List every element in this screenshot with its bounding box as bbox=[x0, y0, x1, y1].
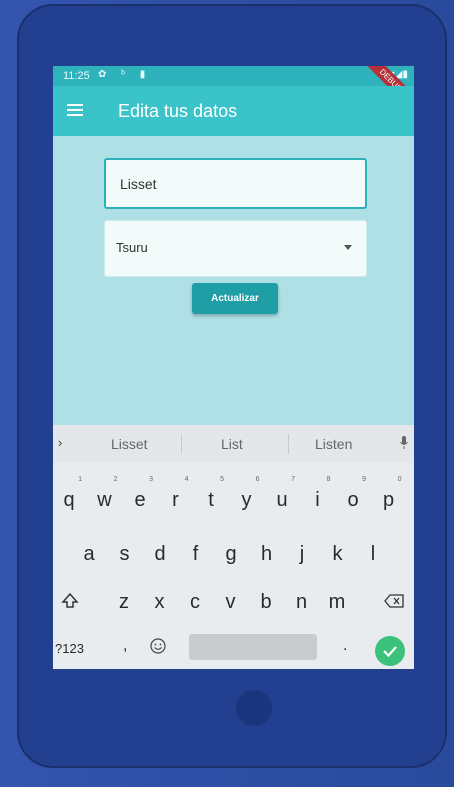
emoji-icon[interactable] bbox=[150, 638, 166, 654]
key-label: k bbox=[332, 543, 343, 565]
suggestion-strip: › Lisset List Listen bbox=[53, 425, 414, 463]
key-label: n bbox=[295, 591, 308, 613]
key-w[interactable]: w2 bbox=[91, 476, 119, 517]
key-s[interactable]: s bbox=[111, 537, 139, 571]
key-a[interactable]: a bbox=[75, 537, 103, 571]
suggestion-item[interactable]: List bbox=[221, 436, 243, 452]
key-number-hint: 0 bbox=[397, 476, 402, 483]
key-b[interactable]: b bbox=[252, 585, 280, 619]
page-title: Edita tus datos bbox=[118, 101, 238, 121]
key-label: f bbox=[192, 543, 199, 565]
space-key[interactable] bbox=[189, 634, 317, 660]
key-label: d bbox=[154, 543, 166, 565]
key-number-hint: 9 bbox=[362, 476, 366, 483]
key-label: e bbox=[134, 489, 146, 511]
chevron-down-icon bbox=[344, 245, 352, 250]
key-label: g bbox=[225, 543, 237, 565]
suggestion-divider bbox=[288, 434, 289, 454]
key-g[interactable]: g bbox=[217, 537, 245, 571]
shift-icon[interactable] bbox=[61, 592, 79, 610]
key-i[interactable]: i8 bbox=[304, 476, 332, 517]
key-x[interactable]: x bbox=[146, 585, 174, 619]
device-screen: 11:25 ✿ ᵇ ▮ ▾◢▮ DEBUG Edita tus datos Li… bbox=[53, 66, 414, 669]
key-label: z bbox=[119, 591, 129, 613]
key-number-hint: 8 bbox=[326, 476, 331, 483]
key-label: s bbox=[119, 543, 130, 565]
key-label: p bbox=[382, 489, 395, 511]
home-button[interactable] bbox=[236, 690, 272, 726]
key-number-hint: 2 bbox=[113, 476, 118, 483]
key-label: j bbox=[299, 543, 305, 565]
microphone-icon[interactable] bbox=[400, 436, 408, 449]
key-o[interactable]: o9 bbox=[339, 476, 367, 517]
model-dropdown[interactable]: Tsuru bbox=[104, 220, 367, 277]
key-h[interactable]: h bbox=[253, 537, 281, 571]
backspace-icon[interactable] bbox=[384, 594, 404, 608]
key-number-hint: 6 bbox=[255, 476, 260, 483]
comma-key[interactable]: , bbox=[123, 637, 127, 655]
suggestion-item[interactable]: Lisset bbox=[111, 436, 148, 452]
key-label: o bbox=[347, 489, 359, 511]
symbols-key[interactable]: ?123 bbox=[55, 641, 84, 656]
chevron-right-icon[interactable]: › bbox=[58, 435, 62, 450]
enter-button[interactable] bbox=[375, 636, 405, 666]
key-v[interactable]: v bbox=[217, 585, 245, 619]
app-bar: Edita tus datos bbox=[53, 86, 414, 136]
key-d[interactable]: d bbox=[146, 537, 174, 571]
key-label: y bbox=[241, 489, 252, 511]
hamburger-menu-icon[interactable] bbox=[67, 104, 83, 116]
period-key[interactable]: . bbox=[343, 637, 347, 655]
key-label: h bbox=[260, 543, 273, 565]
key-label: m bbox=[328, 591, 346, 613]
status-bar: 11:25 ✿ ᵇ ▮ ▾◢▮ bbox=[53, 66, 414, 86]
key-z[interactable]: z bbox=[110, 585, 138, 619]
key-label: u bbox=[276, 489, 288, 511]
key-label: b bbox=[260, 591, 272, 613]
status-notification-icons: ✿ ᵇ ▮ bbox=[98, 69, 152, 80]
key-n[interactable]: n bbox=[288, 585, 316, 619]
key-label: w bbox=[97, 489, 112, 511]
key-t[interactable]: t5 bbox=[197, 476, 225, 517]
key-k[interactable]: k bbox=[324, 537, 352, 571]
key-l[interactable]: l bbox=[359, 537, 387, 571]
key-c[interactable]: c bbox=[181, 585, 209, 619]
key-label: r bbox=[172, 489, 179, 511]
key-m[interactable]: m bbox=[323, 585, 351, 619]
key-label: x bbox=[154, 591, 165, 613]
key-label: v bbox=[225, 591, 236, 613]
suggestion-item[interactable]: Listen bbox=[315, 436, 352, 452]
key-q[interactable]: q1 bbox=[55, 476, 83, 517]
key-number-hint: 5 bbox=[220, 476, 224, 483]
update-button[interactable]: Actualizar bbox=[192, 283, 278, 314]
key-number-hint: 3 bbox=[149, 476, 153, 483]
model-dropdown-value: Tsuru bbox=[116, 240, 148, 255]
key-label: l bbox=[370, 543, 376, 565]
key-j[interactable]: j bbox=[288, 537, 316, 571]
key-label: t bbox=[208, 489, 214, 511]
key-label: q bbox=[63, 489, 75, 511]
suggestion-divider bbox=[181, 434, 182, 454]
status-time: 11:25 bbox=[63, 70, 90, 82]
key-f[interactable]: f bbox=[182, 537, 210, 571]
key-u[interactable]: u7 bbox=[268, 476, 296, 517]
key-p[interactable]: p0 bbox=[375, 476, 403, 517]
key-label: i bbox=[315, 489, 320, 511]
checkmark-icon bbox=[383, 646, 397, 658]
name-input-value: Lisset bbox=[120, 176, 157, 192]
name-input[interactable]: Lisset bbox=[104, 158, 367, 209]
key-number-hint: 7 bbox=[291, 476, 295, 483]
key-number-hint: 1 bbox=[78, 476, 82, 483]
key-r[interactable]: r4 bbox=[162, 476, 190, 517]
key-number-hint: 4 bbox=[184, 476, 189, 483]
key-label: a bbox=[83, 543, 95, 565]
soft-keyboard: › Lisset List Listen ?123 , . q 1 w 2 e … bbox=[53, 425, 414, 669]
key-label: c bbox=[190, 591, 200, 613]
key-y[interactable]: y6 bbox=[233, 476, 261, 517]
key-e[interactable]: e3 bbox=[126, 476, 154, 517]
